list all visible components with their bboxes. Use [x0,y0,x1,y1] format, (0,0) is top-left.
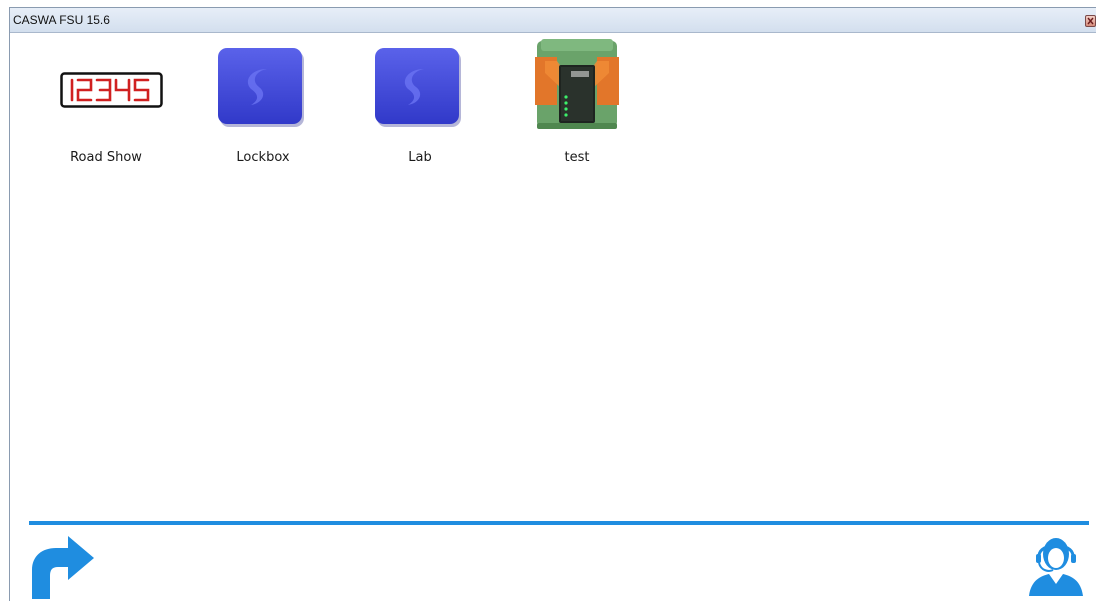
device-label: test [564,150,590,165]
device-label: Road Show [70,150,142,165]
footer-divider [29,521,1089,525]
device-tile-lockbox[interactable]: Lockbox [203,45,323,175]
support-agent-icon[interactable] [1025,534,1086,596]
title-bar: CASWA FSU 15.6 [10,8,1096,33]
device-icon-wrap [46,45,166,135]
device-tile-test[interactable]: test [517,39,637,175]
close-button[interactable] [1085,15,1096,27]
close-icon [1087,17,1094,25]
device-tile-road-show[interactable]: Road Show [46,45,166,175]
back-arrow-icon[interactable] [28,536,96,599]
device-label: Lab [408,150,432,165]
blue-box-icon [375,48,461,127]
blue-box-icon [218,48,304,127]
device-icon-wrap [360,45,480,135]
device-icon-wrap [517,39,637,135]
device-icon-wrap [203,45,323,135]
din-rail-module-icon [535,39,619,129]
device-label: Lockbox [236,150,290,165]
window-title: CASWA FSU 15.6 [13,13,110,27]
device-tile-lab[interactable]: Lab [360,45,480,175]
seven-segment-display-icon [60,72,163,108]
